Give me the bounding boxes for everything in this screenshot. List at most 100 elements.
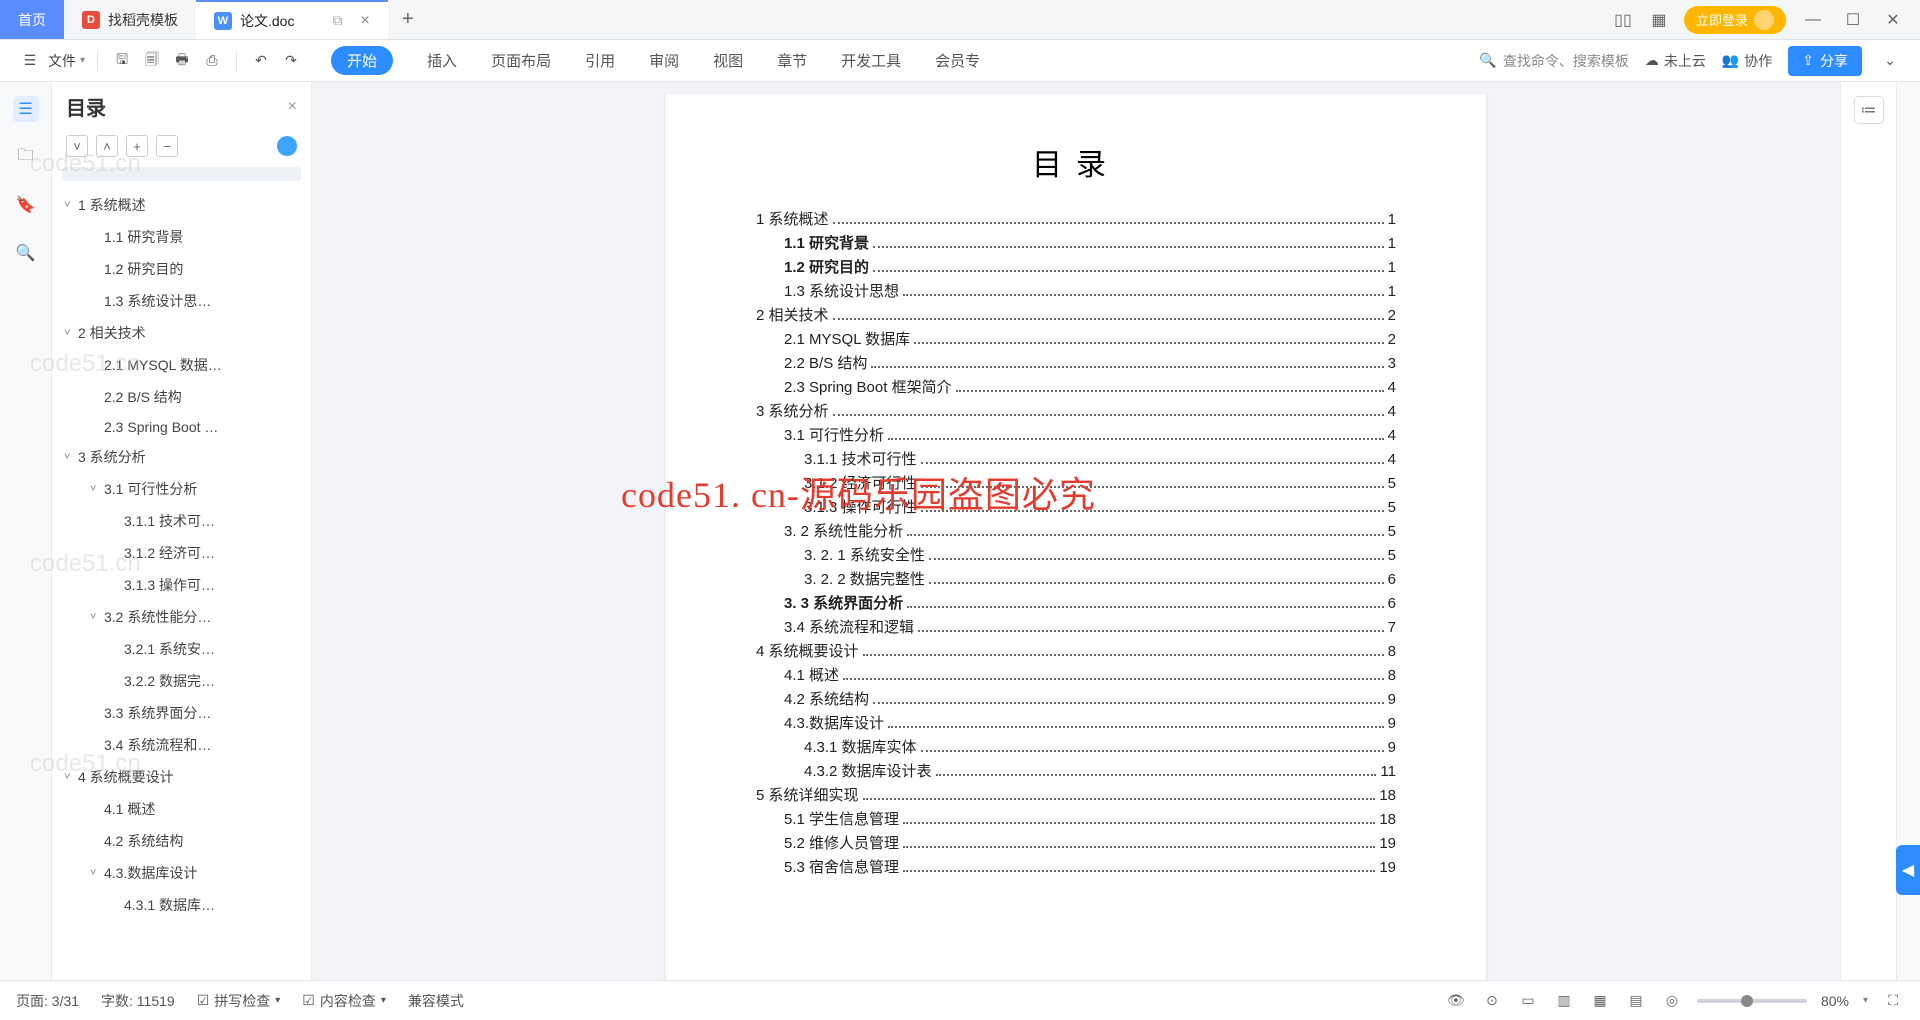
- toc-entry[interactable]: 1.1 研究背景1: [756, 232, 1396, 256]
- toc-entry[interactable]: 4 系统概要设计8: [756, 640, 1396, 664]
- outline-node[interactable]: 2.2 B/S 结构: [52, 381, 311, 413]
- bookmark-rail-icon[interactable]: 🔖: [13, 192, 39, 218]
- side-drawer-toggle[interactable]: ◀: [1896, 845, 1920, 895]
- outline-node[interactable]: ˅3.1 可行性分析: [52, 473, 311, 505]
- close-window-button[interactable]: ✕: [1880, 7, 1906, 33]
- collab-button[interactable]: 👥 协作: [1722, 51, 1772, 71]
- toc-entry[interactable]: 3.4 系统流程和逻辑7: [756, 616, 1396, 640]
- tab-templates[interactable]: D 找稻壳模板: [64, 0, 196, 39]
- ribbon-tab[interactable]: 插入: [427, 50, 457, 71]
- toc-entry[interactable]: 4.3.2 数据库设计表11: [756, 760, 1396, 784]
- login-button[interactable]: 立即登录: [1684, 6, 1786, 34]
- outline-node[interactable]: 3.1.1 技术可…: [52, 505, 311, 537]
- view-reading-icon[interactable]: ▤: [1625, 990, 1647, 1012]
- toc-entry[interactable]: 2.3 Spring Boot 框架简介4: [756, 376, 1396, 400]
- toc-entry[interactable]: 4.3.数据库设计9: [756, 712, 1396, 736]
- toc-entry[interactable]: 1.3 系统设计思想1: [756, 280, 1396, 304]
- toc-entry[interactable]: 3.1 可行性分析4: [756, 424, 1396, 448]
- screen-icon[interactable]: ⧉: [332, 12, 342, 29]
- outline-node[interactable]: ˅4.3.数据库设计: [52, 857, 311, 889]
- toc-entry[interactable]: 3.1.2 经济可行性5: [756, 472, 1396, 496]
- toc-entry[interactable]: 3. 2. 2 数据完整性6: [756, 568, 1396, 592]
- layout-icon[interactable]: ▯▯: [1612, 9, 1634, 31]
- ribbon-tab[interactable]: 章节: [777, 50, 807, 71]
- toc-entry[interactable]: 3. 2. 1 系统安全性5: [756, 544, 1396, 568]
- ribbon-tab[interactable]: 页面布局: [491, 50, 551, 71]
- right-panel-toggle[interactable]: ≔: [1854, 96, 1884, 124]
- outline-node[interactable]: ˅3.2 系统性能分…: [52, 601, 311, 633]
- outline-node[interactable]: 4.1 概述: [52, 793, 311, 825]
- toc-entry[interactable]: 3.1.3 操作可行性5: [756, 496, 1396, 520]
- outline-node[interactable]: 4.3.1 数据库…: [52, 889, 311, 921]
- save-as-icon[interactable]: 🗐: [140, 49, 164, 73]
- toc-entry[interactable]: 5.2 维修人员管理19: [756, 832, 1396, 856]
- outline-node[interactable]: 2.1 MYSQL 数据…: [52, 349, 311, 381]
- toc-entry[interactable]: 3.1.1 技术可行性4: [756, 448, 1396, 472]
- outline-node[interactable]: ˅2 相关技术: [52, 317, 311, 349]
- focus-mode-icon[interactable]: ⊙: [1481, 990, 1503, 1012]
- toc-entry[interactable]: 2.2 B/S 结构3: [756, 352, 1396, 376]
- hamburger-icon[interactable]: ☰: [18, 49, 42, 73]
- toc-entry[interactable]: 4.2 系统结构9: [756, 688, 1396, 712]
- document-viewport[interactable]: 目录 1 系统概述11.1 研究背景11.2 研究目的11.3 系统设计思想12…: [312, 82, 1840, 980]
- command-search[interactable]: 🔍 查找命令、搜索模板: [1479, 51, 1628, 71]
- print-preview-icon[interactable]: ⎙: [200, 49, 224, 73]
- ribbon-tab[interactable]: 开发工具: [841, 50, 901, 71]
- maximize-button[interactable]: ☐: [1840, 7, 1866, 33]
- outline-node[interactable]: 3.4 系统流程和…: [52, 729, 311, 761]
- outline-node[interactable]: ˅1 系统概述: [52, 189, 311, 221]
- view-web-icon[interactable]: ▥: [1553, 990, 1575, 1012]
- outline-tree[interactable]: ˅1 系统概述1.1 研究背景1.2 研究目的1.3 系统设计思…˅2 相关技术…: [52, 185, 311, 980]
- outline-node[interactable]: ˅4 系统概要设计: [52, 761, 311, 793]
- toc-entry[interactable]: 5 系统详细实现18: [756, 784, 1396, 808]
- expand-all-button[interactable]: ˄: [96, 135, 118, 157]
- compat-mode[interactable]: 兼容模式: [408, 991, 464, 1011]
- outline-node[interactable]: 4.2 系统结构: [52, 825, 311, 857]
- spell-check-button[interactable]: ☑拼写检查▾: [197, 991, 281, 1011]
- close-tab-icon[interactable]: ×: [360, 12, 369, 30]
- outline-node[interactable]: 2.3 Spring Boot …: [52, 413, 311, 441]
- toc-entry[interactable]: 3 系统分析4: [756, 400, 1396, 424]
- outline-node[interactable]: 3.2.1 系统安…: [52, 633, 311, 665]
- undo-icon[interactable]: ↶: [249, 49, 273, 73]
- outline-node[interactable]: 3.2.2 数据完…: [52, 665, 311, 697]
- outline-node[interactable]: ˅3 系统分析: [52, 441, 311, 473]
- outline-close-icon[interactable]: ×: [288, 98, 297, 116]
- clipboard-rail-icon[interactable]: 🗀: [13, 144, 39, 170]
- toc-entry[interactable]: 5.1 学生信息管理18: [756, 808, 1396, 832]
- outline-node[interactable]: 3.1.2 经济可…: [52, 537, 311, 569]
- view-outline-icon[interactable]: ▦: [1589, 990, 1611, 1012]
- zoom-value[interactable]: 80%: [1821, 993, 1849, 1009]
- zoom-slider[interactable]: [1697, 999, 1807, 1003]
- toc-entry[interactable]: 1 系统概述1: [756, 208, 1396, 232]
- share-button[interactable]: ⇪ 分享: [1788, 46, 1862, 76]
- ribbon-tab[interactable]: 引用: [585, 50, 615, 71]
- outline-node[interactable]: 3.1.3 操作可…: [52, 569, 311, 601]
- toc-entry[interactable]: 4.3.1 数据库实体9: [756, 736, 1396, 760]
- search-rail-icon[interactable]: 🔍: [13, 240, 39, 266]
- outline-settings-icon[interactable]: [277, 136, 297, 156]
- redo-icon[interactable]: ↷: [279, 49, 303, 73]
- outline-node[interactable]: 1.3 系统设计思…: [52, 285, 311, 317]
- outline-node[interactable]: 1.2 研究目的: [52, 253, 311, 285]
- add-node-button[interactable]: +: [126, 135, 148, 157]
- outline-node[interactable]: 1.1 研究背景: [52, 221, 311, 253]
- new-tab-button[interactable]: +: [388, 0, 428, 39]
- apps-icon[interactable]: ▦: [1648, 9, 1670, 31]
- ribbon-tab[interactable]: 审阅: [649, 50, 679, 71]
- print-icon[interactable]: 🖶: [170, 49, 194, 73]
- view-page-icon[interactable]: ▭: [1517, 990, 1539, 1012]
- page-indicator[interactable]: 页面: 3/31: [16, 991, 79, 1011]
- file-menu[interactable]: 文件▾: [48, 51, 85, 71]
- toc-entry[interactable]: 1.2 研究目的1: [756, 256, 1396, 280]
- word-count[interactable]: 字数: 11519: [101, 991, 175, 1011]
- collapse-all-button[interactable]: ˅: [66, 135, 88, 157]
- fullscreen-icon[interactable]: ⛶: [1882, 990, 1904, 1012]
- cloud-status[interactable]: ☁ 未上云: [1645, 51, 1706, 71]
- toc-entry[interactable]: 5.3 宿舍信息管理19: [756, 856, 1396, 880]
- eye-icon[interactable]: 👁: [1445, 990, 1467, 1012]
- ribbon-tab[interactable]: 视图: [713, 50, 743, 71]
- tab-document[interactable]: W 论文.doc ⧉ ×: [196, 0, 388, 39]
- outline-node[interactable]: 3.3 系统界面分…: [52, 697, 311, 729]
- tab-home[interactable]: 首页: [0, 0, 64, 39]
